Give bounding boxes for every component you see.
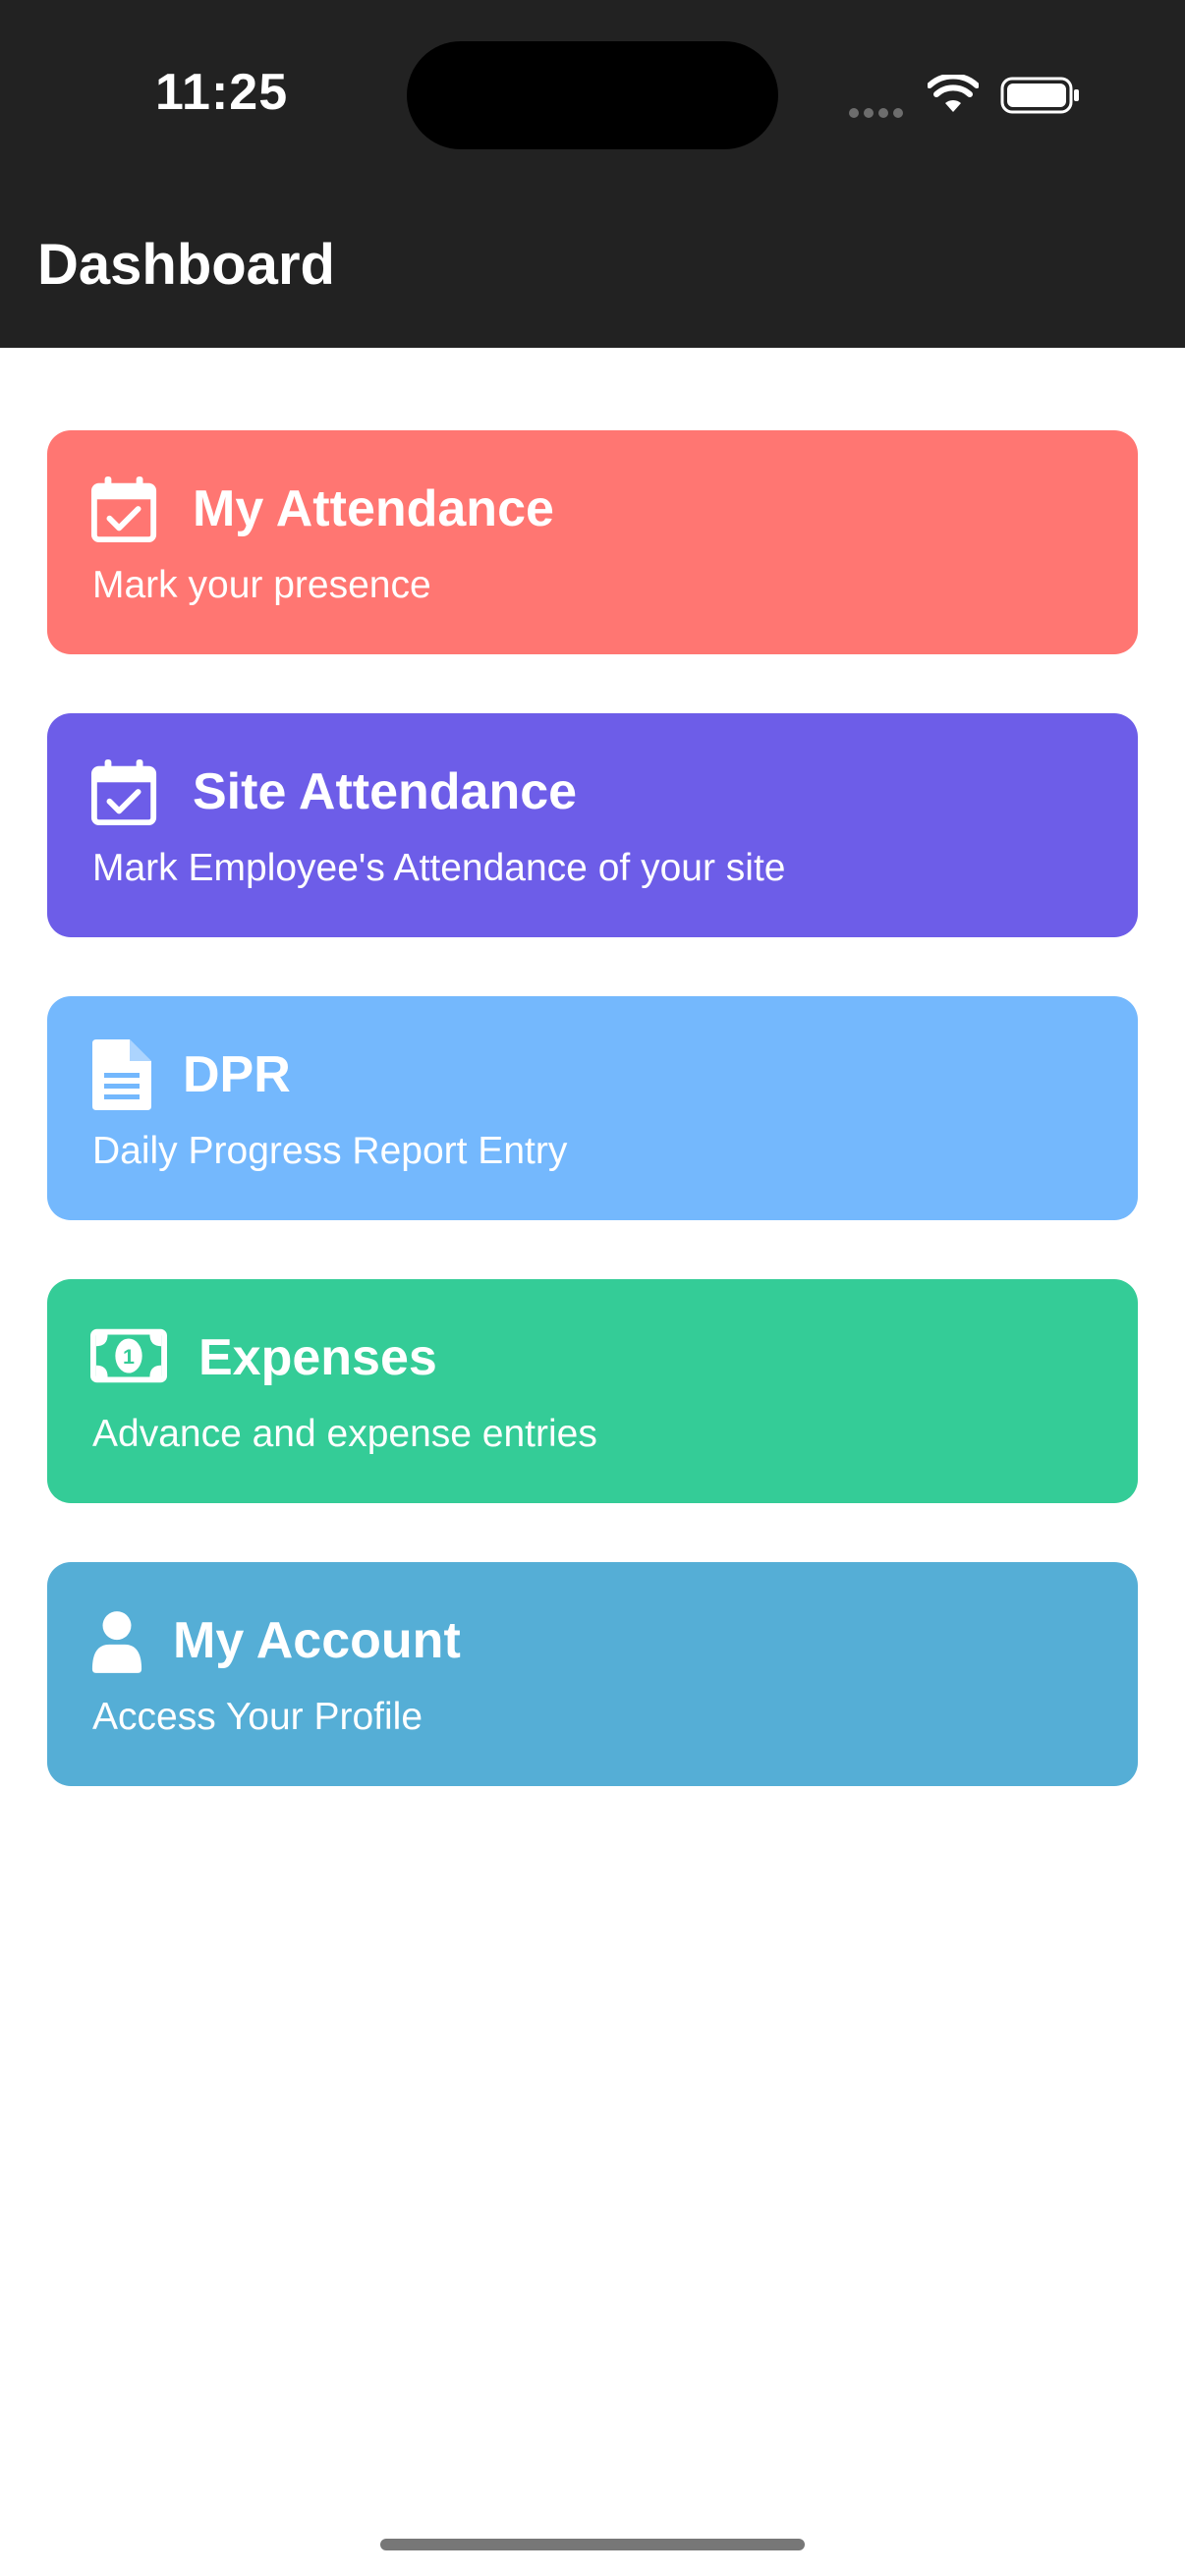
money-bill-icon: 1 [90, 1328, 167, 1383]
card-title: DPR [183, 1046, 291, 1103]
card-title: Site Attendance [193, 763, 578, 820]
status-time: 11:25 [155, 64, 289, 121]
card-title: My Attendance [193, 480, 554, 537]
card-subtitle: Daily Progress Report Entry [92, 1130, 568, 1172]
calendar-check-icon [90, 758, 157, 826]
card-subtitle: Access Your Profile [92, 1696, 423, 1738]
card-my-account[interactable]: My Account Access Your Profile [47, 1562, 1138, 1786]
dynamic-island [407, 41, 778, 149]
page-title: Dashboard [37, 233, 335, 297]
battery-icon [1000, 77, 1079, 114]
user-icon [91, 1611, 142, 1673]
svg-text:1: 1 [123, 1345, 135, 1369]
card-title: Expenses [198, 1329, 437, 1386]
card-my-attendance[interactable]: My Attendance Mark your presence [47, 430, 1138, 654]
top-bar: 11:25 Dashboard [0, 0, 1185, 348]
menu-cards: My Attendance Mark your presence Site At… [47, 430, 1138, 1845]
card-subtitle: Advance and expense entries [92, 1413, 597, 1455]
home-indicator[interactable] [380, 2539, 805, 2550]
card-title: My Account [173, 1612, 461, 1669]
card-expenses[interactable]: 1 Expenses Advance and expense entries [47, 1279, 1138, 1503]
card-subtitle: Mark your presence [92, 564, 431, 606]
card-dpr[interactable]: DPR Daily Progress Report Entry [47, 996, 1138, 1220]
card-site-attendance[interactable]: Site Attendance Mark Employee's Attendan… [47, 713, 1138, 937]
calendar-check-icon [90, 476, 157, 543]
document-icon [92, 1039, 151, 1110]
card-subtitle: Mark Employee's Attendance of your site [92, 847, 786, 889]
wifi-icon [928, 75, 979, 112]
dashboard-screen: 11:25 Dashboard My Attendance Mark your … [0, 0, 1185, 2576]
cellular-signal-icon [849, 105, 908, 118]
